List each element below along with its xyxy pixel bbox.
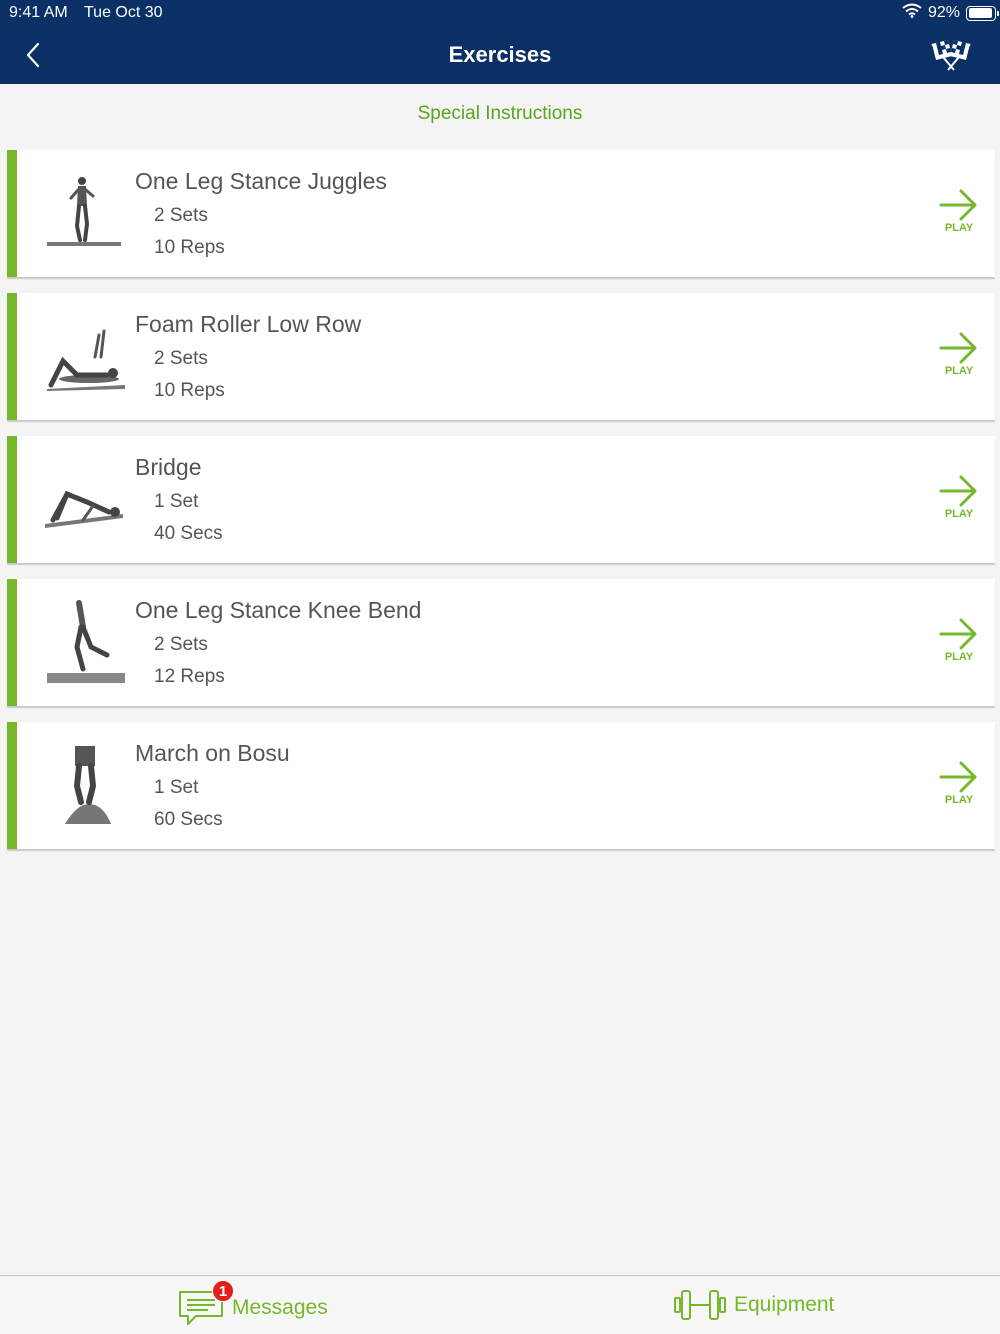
battery-percent: 92% [927, 4, 960, 21]
status-right: 92% [902, 3, 999, 23]
arrow-right-icon [939, 618, 977, 650]
exercise-list: One Leg Stance Juggles 2 Sets 10 Reps PL… [7, 150, 995, 865]
checkered-flags-icon [931, 40, 971, 71]
play-button[interactable]: PLAY [937, 188, 981, 240]
status-time: 9:41 AM [9, 4, 68, 21]
tab-messages[interactable]: 1 Messages [178, 1280, 328, 1328]
tab-equipment[interactable]: Equipment [674, 1288, 834, 1322]
arrow-right-icon [939, 189, 977, 221]
exercise-name: March on Bosu [135, 740, 290, 766]
arrow-right-icon [939, 761, 977, 793]
play-button[interactable]: PLAY [937, 760, 981, 812]
battery-fill [968, 8, 992, 18]
exercise-reps: 40 Secs [154, 523, 223, 544]
play-button[interactable]: PLAY [937, 474, 981, 526]
play-label: PLAY [944, 508, 974, 520]
exercise-name: One Leg Stance Knee Bend [135, 597, 422, 623]
unread-badge: 1 [212, 1280, 234, 1302]
exercise-sets: 2 Sets [154, 634, 208, 655]
status-date: Tue Oct 30 [84, 4, 163, 21]
tab-messages-label: Messages [232, 1296, 328, 1319]
status-bar: 9:41 AM Tue Oct 30 92% [0, 0, 1000, 28]
exercise-sets: 1 Set [154, 491, 199, 512]
finish-flags-button[interactable] [922, 38, 980, 72]
play-button[interactable]: PLAY [937, 617, 981, 669]
page-title: Exercises [448, 42, 552, 67]
exercise-card[interactable]: March on Bosu 1 Set 60 Secs PLAY [7, 722, 995, 849]
battery-icon [966, 5, 999, 21]
exercise-thumbnail [37, 168, 125, 256]
exercise-thumbnail [37, 597, 125, 685]
exercise-sets: 1 Set [154, 777, 199, 798]
exercise-reps: 10 Reps [154, 380, 225, 401]
exercise-thumbnail [37, 311, 125, 399]
bottom-tab-bar: 1 Messages Equipment [0, 1275, 1000, 1334]
exercise-thumbnail [37, 740, 125, 828]
dumbbell-icon [674, 1290, 726, 1320]
exercise-sets: 2 Sets [154, 205, 208, 226]
exercise-card[interactable]: One Leg Stance Knee Bend 2 Sets 12 Reps … [7, 579, 995, 706]
tab-equipment-label: Equipment [734, 1293, 835, 1316]
play-label: PLAY [944, 651, 974, 663]
exercise-card[interactable]: One Leg Stance Juggles 2 Sets 10 Reps PL… [7, 150, 995, 277]
special-instructions-link[interactable]: Special Instructions [0, 103, 1000, 125]
exercise-card[interactable]: Foam Roller Low Row 2 Sets 10 Reps PLAY [7, 293, 995, 420]
exercise-card[interactable]: Bridge 1 Set 40 Secs PLAY [7, 436, 995, 563]
wifi-icon [902, 3, 922, 23]
arrow-right-icon [939, 475, 977, 507]
play-label: PLAY [944, 794, 974, 806]
exercise-name: Foam Roller Low Row [135, 311, 362, 337]
nav-header: 9:41 AM Tue Oct 30 92% Exercises [0, 0, 1000, 84]
exercise-reps: 10 Reps [154, 237, 225, 258]
exercise-reps: 12 Reps [154, 666, 225, 687]
play-label: PLAY [944, 222, 974, 234]
play-button[interactable]: PLAY [937, 331, 981, 383]
exercise-name: One Leg Stance Juggles [135, 168, 387, 194]
exercise-name: Bridge [135, 454, 202, 480]
exercise-thumbnail [37, 454, 125, 542]
exercise-sets: 2 Sets [154, 348, 208, 369]
play-label: PLAY [944, 365, 974, 377]
message-icon: 1 [178, 1280, 234, 1328]
exercise-reps: 60 Secs [154, 809, 223, 830]
arrow-right-icon [939, 332, 977, 364]
